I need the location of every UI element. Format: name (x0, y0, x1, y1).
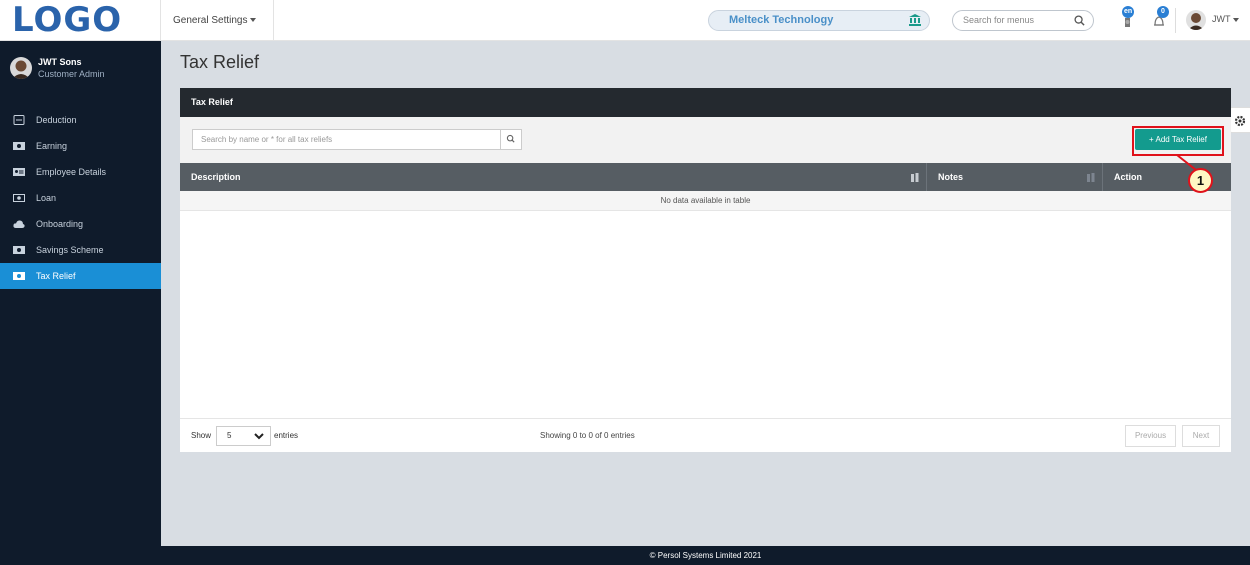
general-settings-label: General Settings (173, 15, 248, 26)
money-icon (13, 246, 25, 254)
sidebar-item-savings-scheme[interactable]: Savings Scheme (0, 237, 161, 263)
sidebar-item-onboarding[interactable]: Onboarding (0, 211, 161, 237)
person-icon (12, 60, 30, 79)
column-label: Description (191, 172, 241, 182)
sidebar-nav: Deduction Earning Employee Details Loan … (0, 107, 161, 289)
callout-number: 1 (1188, 168, 1213, 193)
user-avatar[interactable] (1186, 10, 1206, 30)
general-settings-dropdown[interactable]: General Settings (160, 0, 274, 41)
sidebar-item-label: Employee Details (36, 167, 107, 177)
settings-tab[interactable] (1228, 107, 1250, 133)
profile-name: JWT Sons (38, 57, 82, 67)
divider (1175, 8, 1176, 33)
sidebar-item-label: Onboarding (36, 219, 84, 229)
page-length-value: 5 (227, 431, 232, 440)
show-label: Show (191, 431, 212, 440)
sidebar-item-tax-relief[interactable]: Tax Relief (0, 263, 161, 289)
caret-down-icon (1232, 17, 1239, 22)
table-info: Showing 0 to 0 of 0 entries (540, 431, 635, 440)
sidebar-item-employee-details[interactable]: Employee Details (0, 159, 161, 185)
sort-icon (911, 173, 919, 182)
chevron-down-icon (254, 433, 264, 440)
next-button[interactable]: Next (1182, 425, 1220, 447)
search-icon[interactable] (1074, 15, 1085, 26)
caret-down-icon (249, 18, 256, 23)
sort-icon (1087, 173, 1095, 182)
profile-avatar (10, 57, 32, 79)
person-icon (1188, 13, 1204, 30)
sidebar-item-label: Tax Relief (36, 271, 76, 281)
search-icon (506, 134, 515, 143)
page-title: Tax Relief (180, 52, 260, 72)
language-button[interactable]: en (1118, 6, 1138, 30)
id-card-icon (13, 168, 25, 176)
tax-relief-search-input[interactable]: Search by name or * for all tax reliefs (192, 129, 511, 150)
money-icon (13, 272, 25, 280)
minus-box-icon (13, 115, 25, 125)
tax-relief-panel: Tax Relief Search by name or * for all t… (180, 88, 1231, 452)
sidebar: JWT Sons Customer Admin Deduction Earnin… (0, 41, 161, 565)
sidebar-item-earning[interactable]: Earning (0, 133, 161, 159)
panel-title: Tax Relief (180, 88, 1231, 117)
sidebar-item-loan[interactable]: Loan (0, 185, 161, 211)
money-icon (13, 142, 25, 150)
entries-label: entries (274, 431, 299, 440)
sidebar-item-label: Loan (36, 193, 57, 203)
user-name: JWT (1212, 14, 1231, 24)
column-header-notes[interactable]: Notes (927, 163, 1103, 191)
highlight-box (1132, 126, 1224, 156)
search-row: Search by name or * for all tax reliefs … (180, 117, 1231, 163)
bank-icon (909, 14, 921, 26)
sidebar-item-label: Savings Scheme (36, 245, 104, 255)
search-placeholder: Search by name or * for all tax reliefs (201, 135, 333, 144)
sidebar-item-label: Deduction (36, 115, 77, 125)
sidebar-item-deduction[interactable]: Deduction (0, 107, 161, 133)
table-footer: Show 5 entries Showing 0 to 0 of 0 entri… (180, 418, 1231, 452)
top-bar: LOGO General Settings Melteck Technology… (0, 0, 1250, 41)
menu-search-placeholder: Search for menus (963, 15, 1035, 25)
logo[interactable]: LOGO (12, 0, 122, 41)
previous-button[interactable]: Previous (1125, 425, 1176, 447)
table-header: Description Notes Action (180, 163, 1231, 191)
menu-search-input[interactable]: Search for menus (952, 10, 1094, 31)
sidebar-item-label: Earning (36, 141, 68, 151)
user-menu[interactable]: JWT (1212, 14, 1239, 24)
column-header-description[interactable]: Description (180, 163, 927, 191)
company-selector[interactable]: Melteck Technology (708, 10, 930, 31)
company-name: Melteck Technology (729, 14, 834, 26)
search-button[interactable] (500, 129, 522, 150)
cash-icon (13, 194, 25, 202)
notification-count: 0 (1157, 6, 1169, 18)
column-label: Notes (938, 172, 964, 182)
notifications-button[interactable]: 0 (1149, 6, 1169, 30)
cloud-icon (13, 220, 25, 228)
column-label: Action (1114, 172, 1142, 182)
gear-icon (1234, 115, 1246, 127)
profile-role: Customer Admin (38, 69, 105, 79)
empty-table-message: No data available in table (180, 191, 1231, 211)
page-length-select[interactable]: 5 (216, 426, 271, 446)
footer-copyright: © Persol Systems Limited 2021 (161, 546, 1250, 565)
